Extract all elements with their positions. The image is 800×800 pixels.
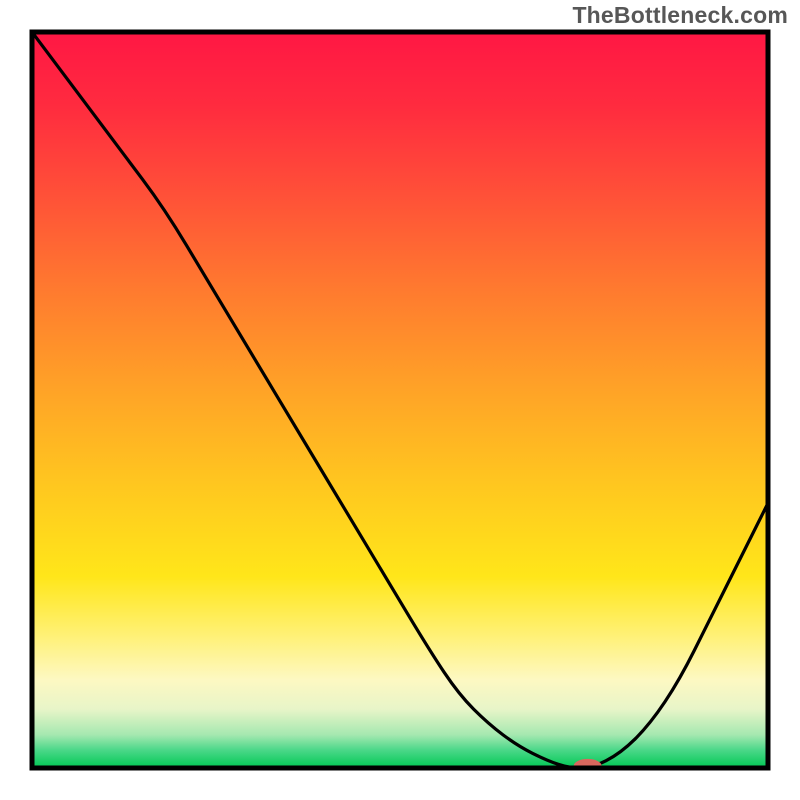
gradient-background — [32, 32, 768, 768]
bottleneck-chart — [0, 0, 800, 800]
watermark-text: TheBottleneck.com — [572, 2, 788, 29]
chart-container: TheBottleneck.com — [0, 0, 800, 800]
